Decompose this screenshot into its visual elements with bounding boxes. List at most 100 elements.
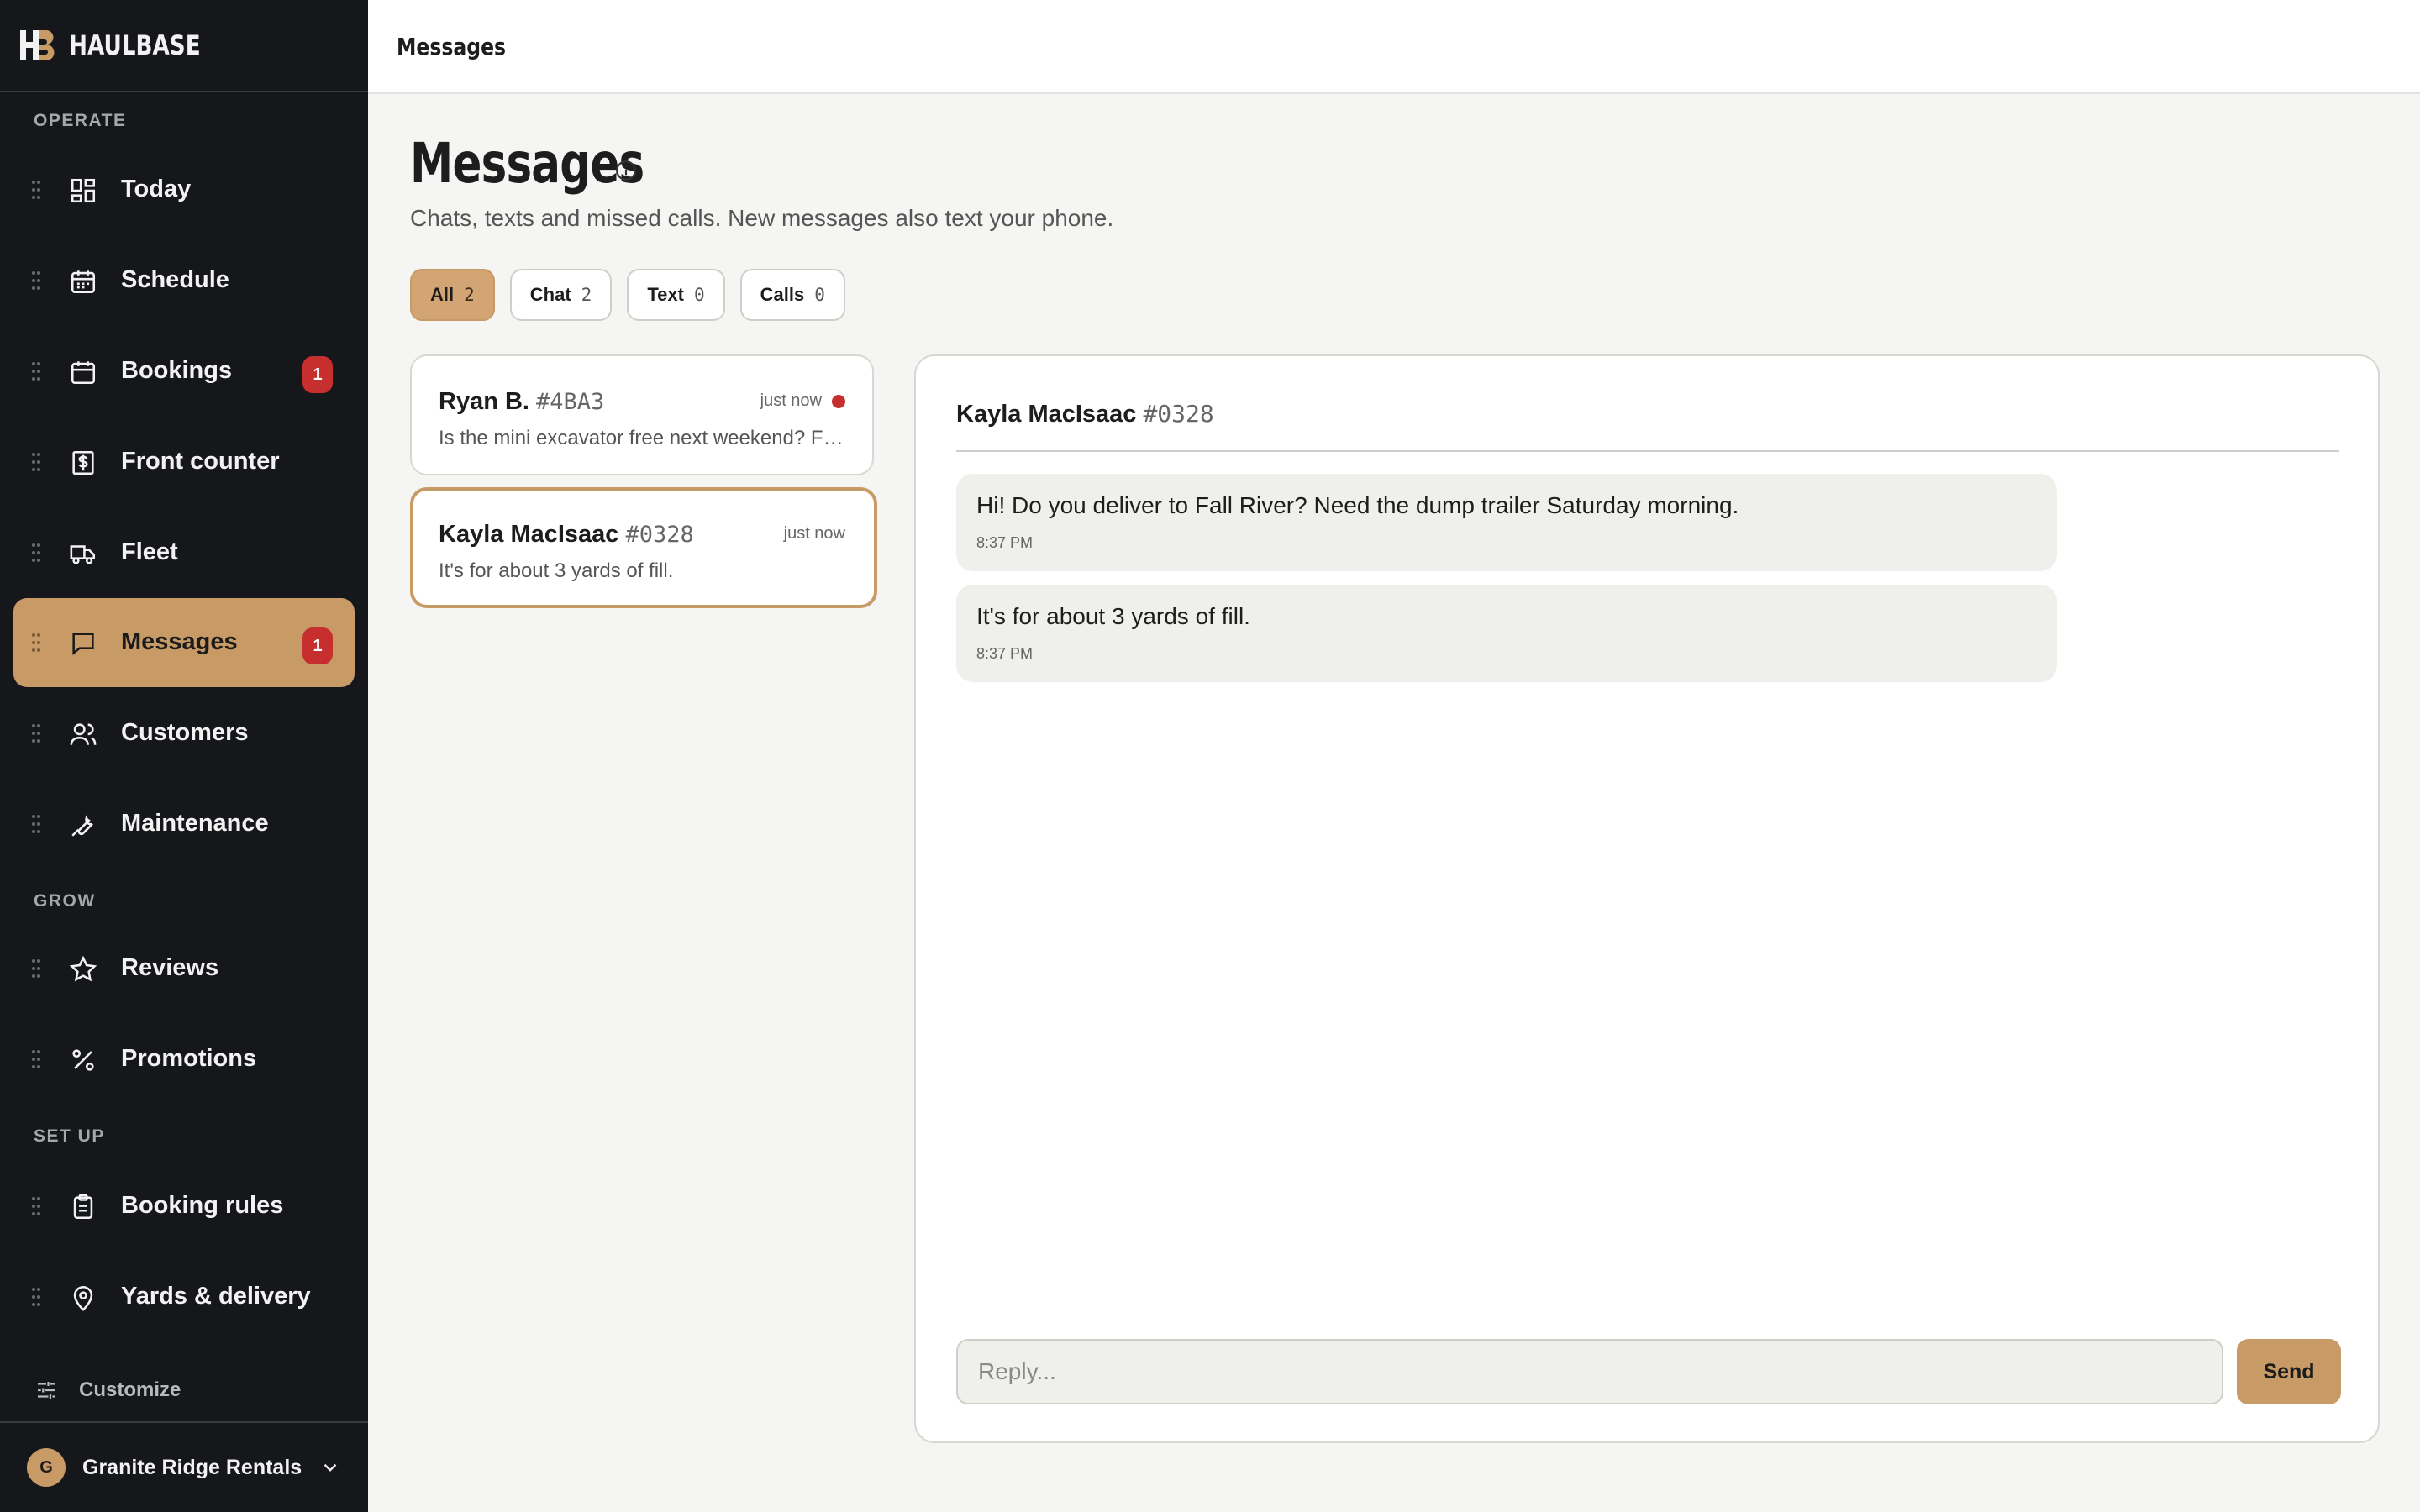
drag-handle-icon[interactable]: [32, 1288, 40, 1306]
filter-chat[interactable]: Chat 2: [509, 269, 613, 321]
brand[interactable]: HAULBASE: [0, 0, 368, 92]
truck-icon: [69, 539, 97, 568]
conversation-preview: It's for about 3 yards of fill.: [439, 559, 674, 582]
contact-name: Kayla MacIsaac: [439, 521, 619, 548]
filter-all[interactable]: All 2: [410, 269, 495, 321]
sliders-icon: [38, 1382, 55, 1399]
sidebar-item-label: Schedule: [121, 266, 229, 293]
filter-count: 2: [581, 285, 592, 305]
section-label-set-up: SET UP: [34, 1126, 105, 1146]
filter-label: Calls: [760, 284, 805, 305]
filter-count: 2: [464, 285, 475, 305]
message-time: 8:37 PM: [976, 534, 1034, 551]
sidebar-item-label: Messages: [121, 628, 238, 655]
filter-tabs: All 2 Chat 2 Text 0 Calls 0: [410, 269, 845, 321]
customize-label: Customize: [79, 1378, 182, 1401]
filter-calls[interactable]: Calls 0: [739, 269, 845, 321]
message-time: 8:37 PM: [976, 645, 1034, 662]
notification-badge: 1: [302, 356, 333, 393]
sidebar-item-messages[interactable]: Messages 1: [13, 598, 355, 687]
filter-label: Text: [647, 284, 684, 305]
drag-handle-icon[interactable]: [32, 543, 40, 562]
drag-handle-icon[interactable]: [32, 271, 40, 290]
message-bubble: It's for about 3 yards of fill. 8:37 PM: [956, 585, 2057, 682]
sidebar-item-label: Bookings: [121, 357, 233, 384]
drag-handle-icon[interactable]: [32, 959, 40, 978]
calendar-icon: [69, 358, 97, 386]
sidebar-item-reviews[interactable]: Reviews: [13, 924, 355, 1013]
sidebar-item-front-counter[interactable]: Front counter: [13, 417, 355, 507]
filter-count: 0: [693, 285, 705, 305]
haulbase-logo-icon: [20, 30, 55, 60]
divider: [956, 450, 2339, 452]
breadcrumb: Messages: [397, 32, 507, 60]
avatar: G: [27, 1448, 66, 1487]
drag-handle-icon[interactable]: [32, 815, 40, 833]
notification-badge: 1: [302, 627, 333, 664]
contact-id: #0328: [625, 522, 694, 548]
sidebar-item-label: Maintenance: [121, 810, 269, 837]
wrench-icon: [69, 811, 97, 839]
unread-indicator: [832, 395, 845, 408]
drag-handle-icon[interactable]: [32, 1050, 40, 1068]
sidebar-item-label: Today: [121, 176, 192, 202]
thread-contact-name: Kayla MacIsaac: [956, 401, 1137, 428]
message-bubble: Hi! Do you deliver to Fall River? Need t…: [956, 474, 2057, 571]
page-title: Messages: [410, 131, 644, 196]
sidebar-item-label: Yards & delivery: [121, 1283, 311, 1310]
sidebar-item-label: Customers: [121, 719, 249, 746]
sidebar-item-label: Front counter: [121, 448, 280, 475]
sidebar-item-bookings[interactable]: Bookings 1: [13, 327, 355, 416]
message-thread: Kayla MacIsaac #0328 Hi! Do you deliver t…: [914, 354, 2380, 1443]
drag-handle-icon[interactable]: [32, 453, 40, 471]
sidebar-item-fleet[interactable]: Fleet: [13, 508, 355, 597]
dashboard-icon: [69, 176, 97, 205]
message-text: It's for about 3 yards of fill.: [976, 603, 1250, 629]
percent-icon: [69, 1046, 97, 1074]
dollar-receipt-icon: [69, 449, 97, 477]
conversation-item[interactable]: Ryan B. #4BA3 just now Is the mini excava…: [410, 354, 874, 475]
sidebar-item-label: Fleet: [121, 538, 178, 565]
map-pin-icon: [69, 1284, 97, 1312]
sidebar-item-promotions[interactable]: Promotions: [13, 1015, 355, 1104]
chevron-down-icon: [324, 1463, 337, 1472]
conversation-time: just now: [783, 524, 845, 543]
sidebar-item-yards-delivery[interactable]: Yards & delivery: [13, 1252, 355, 1341]
sidebar: HAULBASE OPERATE Today Schedule Bookings…: [0, 0, 368, 1512]
sidebar-item-customers[interactable]: Customers: [13, 689, 355, 778]
conversation-item[interactable]: Kayla MacIsaac #0328 just now It's for ab…: [410, 487, 877, 608]
clipboard-icon: [69, 1193, 97, 1221]
conversation-time: just now: [760, 391, 822, 410]
filter-label: All: [430, 284, 455, 305]
users-icon: [69, 720, 97, 748]
sidebar-item-maintenance[interactable]: Maintenance: [13, 780, 355, 869]
thread-contact-id: #0328: [1143, 400, 1214, 428]
chat-icon: [69, 629, 97, 658]
filter-count: 0: [814, 285, 825, 305]
contact-name: Ryan B.: [439, 388, 529, 415]
sidebar-item-label: Promotions: [121, 1045, 257, 1072]
drag-handle-icon[interactable]: [32, 181, 40, 199]
section-label-operate: OPERATE: [34, 111, 127, 130]
topbar: Messages: [368, 0, 2420, 94]
org-name: Granite Ridge Rentals: [82, 1455, 302, 1479]
filter-text[interactable]: Text 0: [627, 269, 725, 321]
section-label-grow: GROW: [34, 891, 96, 911]
drag-handle-icon[interactable]: [32, 633, 40, 652]
star-icon: [69, 955, 97, 984]
message-text: Hi! Do you deliver to Fall River? Need t…: [976, 492, 1739, 518]
info-icon[interactable]: [615, 160, 637, 181]
reply-input[interactable]: [956, 1339, 2223, 1404]
sidebar-item-today[interactable]: Today: [13, 145, 355, 234]
customize-button[interactable]: Customize: [34, 1378, 181, 1403]
org-switcher[interactable]: G Granite Ridge Rentals: [0, 1421, 368, 1512]
drag-handle-icon[interactable]: [32, 362, 40, 381]
sidebar-item-booking-rules[interactable]: Booking rules: [13, 1162, 355, 1251]
conversation-preview: Is the mini excavator free next weekend?…: [439, 427, 850, 449]
drag-handle-icon[interactable]: [32, 1197, 40, 1215]
send-button[interactable]: Send: [2237, 1339, 2341, 1404]
sidebar-item-schedule[interactable]: Schedule: [13, 236, 355, 325]
drag-handle-icon[interactable]: [32, 724, 40, 743]
contact-id: #4BA3: [535, 389, 605, 415]
thread-header: Kayla MacIsaac #0328: [956, 400, 1214, 428]
